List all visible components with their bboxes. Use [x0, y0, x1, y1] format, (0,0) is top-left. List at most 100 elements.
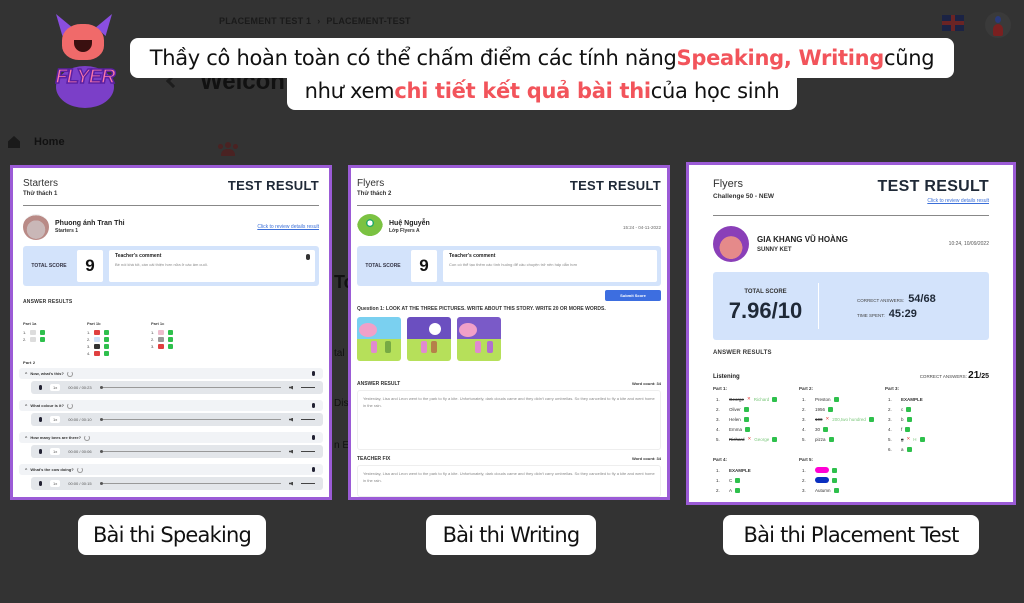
answer-part: Part 4: 1. EXAMPLE 1. C 2. A — [713, 457, 799, 495]
total-score-value: 7.96/10 — [728, 297, 803, 323]
review-details-link[interactable]: Click to review details result — [257, 224, 319, 230]
teacher-comment-title: Teacher's comment — [115, 253, 162, 259]
submit-score-button[interactable]: Submit Score — [605, 290, 661, 301]
language-flag-icon[interactable] — [942, 15, 964, 31]
story-picture — [457, 317, 501, 361]
answer-image — [30, 330, 37, 335]
answer-image — [94, 344, 101, 349]
color-answer-swatch — [815, 477, 829, 483]
volume-icon[interactable] — [289, 417, 293, 422]
breadcrumb-separator: › — [317, 16, 321, 26]
callout-highlight: Speaking, Writing — [676, 46, 885, 70]
answer-row: 1. — [799, 465, 885, 475]
volume-icon[interactable] — [289, 481, 293, 486]
row-number: 3. — [802, 416, 806, 422]
check-icon — [743, 406, 749, 412]
question-row[interactable]: ^ What's the cow doing? — [19, 464, 323, 475]
question-row[interactable]: ^ What colour is it? — [19, 400, 323, 411]
fix-word-count: Word count: 34 — [631, 456, 661, 461]
teacher-fix-textarea[interactable]: Yesterday, Lisa and Leon went to the par… — [357, 465, 661, 497]
check-icon — [828, 436, 834, 442]
audio-time: 00:00 / 00:06 — [68, 449, 92, 454]
volume-slider[interactable] — [301, 387, 315, 388]
student-answer: A — [729, 487, 733, 493]
part-name: Part 1: — [713, 386, 728, 391]
student-answer: 100 — [815, 416, 823, 422]
speed-button[interactable]: 1x — [50, 384, 61, 391]
volume-slider[interactable] — [301, 483, 315, 484]
home-icon — [8, 136, 20, 148]
answer-row: 1. EXAMPLE — [885, 394, 971, 404]
student-answer: Emma — [729, 426, 743, 432]
answer-image — [158, 344, 165, 349]
microphone-icon[interactable] — [306, 254, 310, 260]
check-icon — [745, 426, 751, 432]
row-number: 2. — [23, 337, 27, 342]
microphone-icon[interactable] — [312, 403, 315, 408]
volume-slider[interactable] — [301, 419, 315, 420]
speed-button[interactable]: 1x — [50, 448, 61, 455]
volume-slider[interactable] — [301, 451, 315, 452]
row-number: 1. — [716, 396, 720, 402]
check-icon — [772, 396, 778, 402]
test-level: Flyers — [713, 178, 743, 190]
speed-button[interactable]: 1x — [50, 480, 61, 487]
teacher-comment-text[interactable]: Bé nói khá tốt, cần cải thiện hơn nữa ở … — [115, 262, 309, 267]
breadcrumb-item[interactable]: PLACEMENT TEST 1 — [219, 16, 311, 26]
microphone-icon[interactable] — [312, 371, 315, 376]
check-icon — [168, 344, 174, 349]
audio-player: 1x 00:00 / 00:06 — [31, 445, 323, 458]
row-number: 1. — [716, 467, 720, 473]
student-answer: c — [901, 406, 904, 412]
teacher-comment-box[interactable]: Teacher's comment Bé nói khá tốt, cần cả… — [109, 250, 315, 282]
sidebar-item-label: Home — [34, 136, 65, 148]
student-answer: g — [901, 436, 904, 442]
student-answer: 30 — [815, 426, 821, 432]
check-icon — [905, 426, 911, 432]
parts-row: Part 4: 1. EXAMPLE 1. C 2. A Part 5: 1. 2. 3. Autum… — [713, 457, 989, 495]
row-number: 1. — [802, 467, 806, 473]
placement-result-card: Flyers Challenge 50 - NEW TEST RESULT Cl… — [686, 162, 1016, 505]
section-total: /25 — [979, 373, 989, 380]
answer-row: 2. A — [713, 485, 799, 495]
sidebar-item-home[interactable]: Home — [8, 136, 65, 148]
microphone-icon — [39, 417, 42, 422]
speed-button[interactable]: 1x — [50, 416, 61, 423]
audio-seek-bar[interactable] — [99, 418, 281, 421]
loading-icon — [84, 434, 91, 441]
microphone-icon[interactable] — [312, 435, 315, 440]
check-icon — [104, 351, 110, 356]
teacher-comment-text[interactable]: Con có thể tạo thêm các tình huống để câ… — [449, 262, 651, 267]
part-name: Part 2: — [799, 386, 814, 391]
row-number: 1. — [716, 477, 720, 483]
flyer-logo: FLYER — [44, 14, 124, 108]
answer-image — [94, 351, 101, 356]
answer-row: 1. C — [713, 475, 799, 485]
volume-icon[interactable] — [289, 385, 293, 390]
correct-answer: Richard — [753, 396, 770, 402]
answer-row: 6. a — [885, 444, 971, 454]
label-placement-test: Bài thi Placement Test — [723, 515, 979, 555]
breadcrumb-item[interactable]: PLACEMENT-TEST — [326, 16, 410, 26]
question-row[interactable]: ^ How many bees are there? — [19, 432, 323, 443]
answer-image — [158, 337, 165, 342]
user-avatar[interactable] — [985, 12, 1011, 38]
total-score-value: 9 — [411, 250, 437, 282]
check-icon — [104, 337, 110, 342]
check-icon — [40, 330, 46, 335]
answer-part: Part 1: 1. George ✕ Richard 2. Oliver 3. Helen 4.… — [713, 386, 799, 454]
loading-icon — [66, 402, 73, 409]
audio-seek-bar[interactable] — [99, 386, 281, 389]
volume-icon[interactable] — [289, 449, 293, 454]
audio-seek-bar[interactable] — [99, 450, 281, 453]
student-class: Lớp Flyers A — [389, 228, 420, 234]
correct-answers-value: 54/68 — [908, 292, 936, 305]
check-icon — [832, 467, 837, 473]
microphone-icon[interactable] — [312, 467, 315, 472]
teacher-comment-box[interactable]: Teacher's comment Con có thể tạo thêm cá… — [443, 250, 657, 282]
review-details-link[interactable]: Click to review details result — [878, 198, 989, 204]
score-summary: TOTAL SCORE 7.96/10 CORRECT ANSWERS: 54/6… — [713, 272, 989, 340]
student-answer: a — [901, 446, 904, 452]
question-row[interactable]: ^ Now, what's this? — [19, 368, 323, 379]
audio-seek-bar[interactable] — [99, 482, 281, 485]
